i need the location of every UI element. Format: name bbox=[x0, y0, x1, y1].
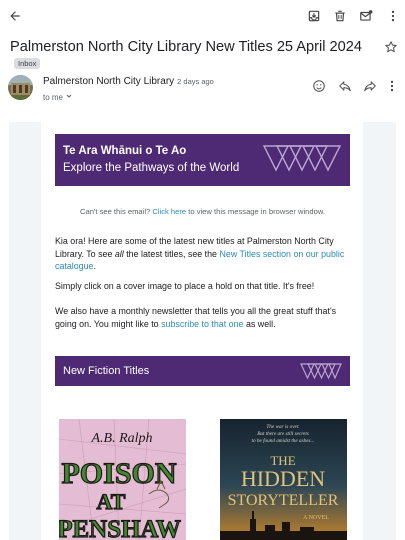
subscribe-link[interactable]: subscribe to that one bbox=[161, 319, 243, 329]
book1-author: A.B. Ralph bbox=[90, 431, 152, 446]
book1-title-line3: PENSHAW bbox=[59, 516, 181, 540]
intro-middle: the latest titles, see the bbox=[126, 248, 217, 259]
more-vert-icon[interactable] bbox=[383, 6, 403, 26]
sender-avatar[interactable] bbox=[8, 75, 33, 100]
inbox-label-badge[interactable]: Inbox bbox=[14, 58, 41, 69]
book1-title-line1: POISON bbox=[61, 457, 176, 490]
email-time: 2 days ago bbox=[177, 77, 214, 86]
newsletter-suffix: as well. bbox=[245, 318, 276, 329]
book2-tagline1: The war is over. bbox=[266, 424, 299, 430]
more-vert-icon[interactable] bbox=[384, 78, 400, 94]
intro-paragraph: Kia ora! Here are some of the latest new… bbox=[55, 235, 353, 273]
delete-icon[interactable] bbox=[330, 6, 350, 26]
recipient-details[interactable]: to me bbox=[43, 92, 73, 102]
section-header-new-fiction: New Fiction Titles bbox=[55, 356, 350, 386]
move-to-inbox-icon[interactable] bbox=[304, 6, 324, 26]
star-icon[interactable] bbox=[384, 40, 400, 56]
sender-name: Palmerston North City Library bbox=[43, 76, 175, 87]
emoji-icon[interactable] bbox=[311, 78, 327, 94]
triangles-icon bbox=[262, 145, 342, 172]
triangles-icon bbox=[300, 363, 342, 380]
book-cover-poison-at-penshaw[interactable]: A.B. Ralph POISON AT PENSHAW bbox=[59, 419, 186, 540]
newsletter-hero-banner[interactable]: Te Ara Whānui o Te Ao Explore the Pathwa… bbox=[55, 134, 350, 186]
subject-text: Palmerston North City Library New Titles… bbox=[10, 39, 363, 55]
newsletter-paragraph: We also have a monthly newsletter that t… bbox=[55, 305, 353, 330]
reply-icon[interactable] bbox=[337, 78, 353, 94]
top-app-bar bbox=[0, 0, 405, 32]
forward-icon[interactable] bbox=[362, 78, 378, 94]
section-title: New Fiction Titles bbox=[63, 365, 150, 377]
book2-format: A NOVEL bbox=[303, 515, 329, 521]
intro-emphasis: all bbox=[114, 248, 124, 259]
mark-unread-icon[interactable] bbox=[356, 6, 376, 26]
hero-title: Te Ara Whānui o Te Ao bbox=[63, 145, 187, 157]
book2-tagline3: to be found amidst the ashes... bbox=[252, 437, 315, 444]
browser-view-notice: Can't see this email? Click here to view… bbox=[55, 207, 350, 216]
book-cover-the-hidden-storyteller[interactable]: The war is over. But there are still sec… bbox=[220, 419, 347, 540]
intro-end: . bbox=[93, 261, 96, 272]
chevron-down-icon bbox=[65, 93, 73, 102]
cant-see-suffix: to view this message in browser window. bbox=[188, 207, 325, 216]
cant-see-prefix: Can't see this email? bbox=[79, 207, 151, 216]
sender-line: Palmerston North City Library 2 days ago bbox=[43, 76, 214, 87]
hero-subtitle: Explore the Pathways of the World bbox=[63, 162, 240, 174]
click-here-link[interactable]: Click here bbox=[152, 207, 186, 216]
hold-instruction-paragraph: Simply click on a cover image to place a… bbox=[55, 281, 315, 291]
book2-tagline2: But there are still secrets bbox=[257, 431, 309, 437]
book1-title-line2: AT bbox=[97, 489, 126, 514]
back-arrow-icon[interactable] bbox=[5, 6, 25, 26]
book2-title-line3: STORYTELLER bbox=[228, 492, 339, 509]
email-subject: Palmerston North City Library New Titles… bbox=[10, 38, 380, 74]
book2-title-line2: HIDDEN bbox=[241, 466, 325, 491]
recipient-text: to me bbox=[43, 93, 64, 102]
